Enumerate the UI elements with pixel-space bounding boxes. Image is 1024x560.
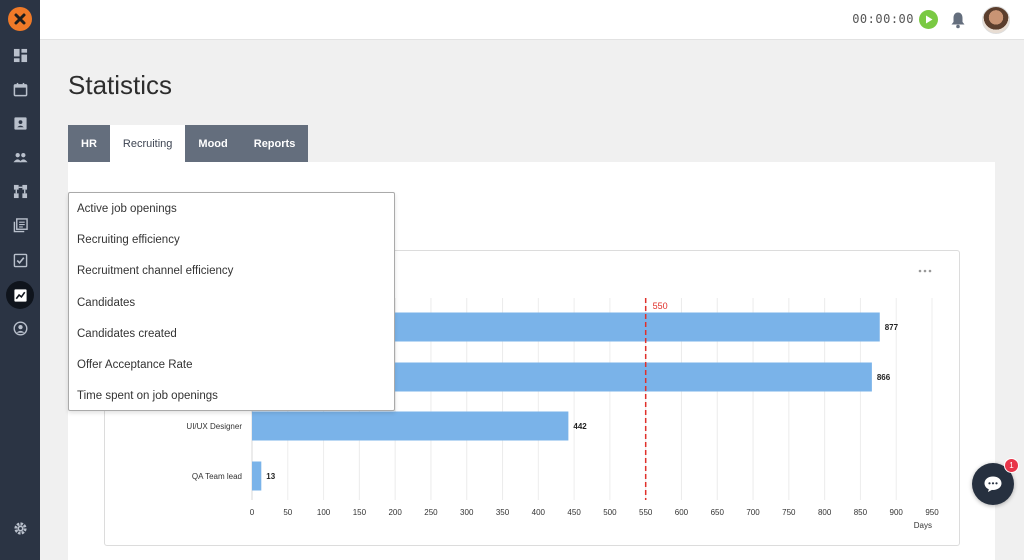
dropdown-option[interactable]: Candidates created (69, 318, 394, 349)
x-tick-label: 450 (567, 508, 581, 517)
x-tick-label: 900 (890, 508, 904, 517)
x-tick-label: 950 (925, 508, 939, 517)
reference-line-label: 550 (653, 301, 668, 311)
x-tick-label: 700 (746, 508, 760, 517)
x-tick-label: 100 (317, 508, 331, 517)
x-tick-label: 250 (424, 508, 438, 517)
x-tick-label: 800 (818, 508, 832, 517)
bar[interactable] (252, 461, 262, 491)
chat-unread-badge: 1 (1004, 458, 1019, 473)
x-tick-label: 550 (639, 508, 653, 517)
category-label: UI/UX Designer (186, 422, 242, 431)
x-tick-label: 400 (532, 508, 546, 517)
x-tick-label: 600 (675, 508, 689, 517)
chat-bubble-icon (984, 476, 1002, 492)
x-tick-label: 650 (711, 508, 725, 517)
x-tick-label: 200 (388, 508, 402, 517)
x-tick-label: 500 (603, 508, 617, 517)
dropdown-option[interactable]: Offer Acceptance Rate (69, 349, 394, 380)
dropdown-option[interactable]: Active job openings (69, 193, 394, 224)
x-tick-label: 300 (460, 508, 474, 517)
x-tick-label: 750 (782, 508, 796, 517)
dropdown-option[interactable]: Candidates (69, 287, 394, 318)
dropdown-option[interactable]: Recruitment channel efficiency (69, 256, 394, 287)
bar-value-label: 877 (885, 323, 899, 332)
x-tick-label: 50 (283, 508, 292, 517)
dropdown-option[interactable]: Recruiting efficiency (69, 224, 394, 255)
bar-value-label: 866 (877, 373, 891, 382)
x-axis-title: Days (914, 521, 932, 530)
statistics-type-dropdown: Active job openings Recruiting efficiency… (68, 192, 395, 411)
bar-value-label: 442 (573, 422, 587, 431)
x-tick-label: 850 (854, 508, 868, 517)
bar[interactable] (252, 411, 569, 441)
dropdown-option[interactable]: Time spent on job openings (69, 381, 394, 412)
bar-value-label: 13 (266, 472, 275, 481)
category-label: QA Team lead (192, 472, 242, 481)
x-tick-label: 0 (250, 508, 255, 517)
x-tick-label: 350 (496, 508, 510, 517)
x-tick-label: 150 (353, 508, 367, 517)
